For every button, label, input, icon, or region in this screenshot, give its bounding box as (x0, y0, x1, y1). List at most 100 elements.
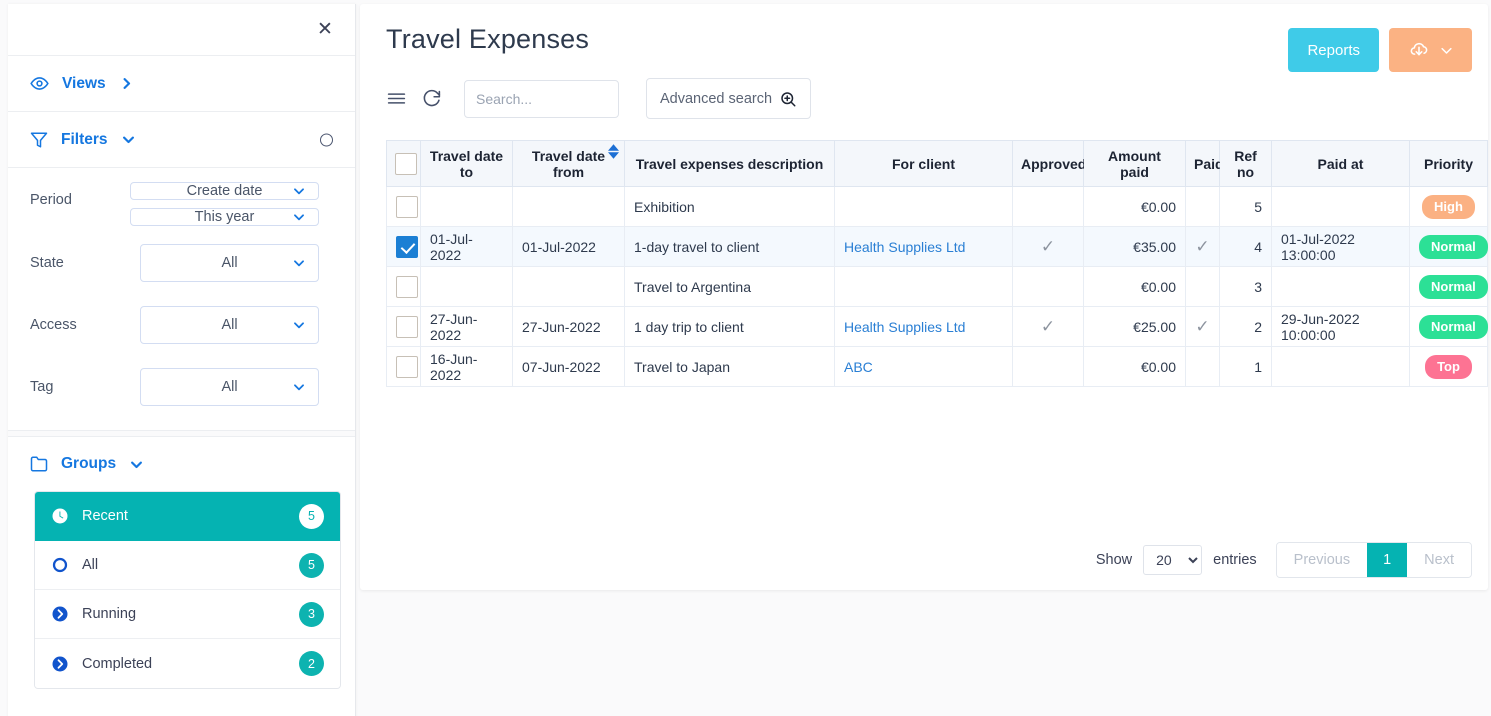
cell-approved (1013, 267, 1084, 307)
approved-check-icon: ✓ (1041, 237, 1055, 256)
column-header-paid[interactable]: Paid (1186, 141, 1220, 187)
chevron-down-icon[interactable] (121, 132, 136, 147)
filter-select-period-range[interactable]: This year (130, 208, 319, 226)
row-select-checkbox[interactable] (396, 356, 418, 378)
table-row[interactable]: 16-Jun-202207-Jun-2022Travel to JapanABC… (387, 347, 1488, 387)
group-item-recent[interactable]: Recent 5 (35, 492, 340, 541)
column-header-paid-at[interactable]: Paid at (1272, 141, 1410, 187)
priority-badge: Top (1425, 355, 1472, 379)
sort-indicator-icon[interactable] (608, 144, 619, 159)
cell-paid-at: 29-Jun-2022 10:00:00 (1272, 307, 1410, 347)
row-select-checkbox[interactable] (396, 276, 418, 298)
table-row[interactable]: Travel to Argentina€0.003Normal (387, 267, 1488, 307)
hamburger-menu-icon[interactable] (386, 88, 407, 109)
chevron-down-icon (292, 256, 306, 270)
client-link[interactable]: Health Supplies Ltd (844, 239, 965, 255)
client-link[interactable]: Health Supplies Ltd (844, 319, 965, 335)
cell-travel-date-from (513, 267, 625, 307)
table-header-row: Travel date to Travel date from Travel e… (387, 141, 1488, 187)
group-item-running-count: 3 (299, 602, 324, 627)
filter-label-access: Access (30, 317, 130, 333)
eye-icon (30, 74, 49, 93)
row-select-checkbox[interactable] (396, 196, 418, 218)
sidebar-topbar: ✕ (8, 4, 355, 56)
expenses-table-wrap: Travel date to Travel date from Travel e… (386, 140, 1474, 387)
table-body: Exhibition€0.005High01-Jul-202201-Jul-20… (387, 187, 1488, 387)
advanced-search-button[interactable]: Advanced search (646, 78, 811, 119)
export-button[interactable] (1389, 28, 1472, 72)
column-header-ref-no[interactable]: Ref no (1220, 141, 1272, 187)
row-select-checkbox[interactable] (396, 316, 418, 338)
pagination-page-1-button[interactable]: 1 (1367, 543, 1407, 577)
sidebar-divider (8, 430, 355, 437)
paid-check-icon: ✓ (1195, 317, 1209, 336)
table-row[interactable]: Exhibition€0.005High (387, 187, 1488, 227)
sidebar-section-groups[interactable]: Groups (8, 437, 355, 491)
filter-select-tag-value: All (221, 379, 237, 395)
column-header-travel-date-to[interactable]: Travel date to (421, 141, 513, 187)
reset-circle-icon[interactable] (320, 133, 333, 146)
main-panel: Travel Expenses Reports (360, 4, 1488, 590)
cell-amount-paid: €25.00 (1084, 307, 1186, 347)
cell-for-client (835, 267, 1013, 307)
search-input[interactable] (476, 91, 657, 107)
cell-travel-date-from: 27-Jun-2022 (513, 307, 625, 347)
cell-paid-at: 01-Jul-2022 13:00:00 (1272, 227, 1410, 267)
cell-travel-date-from: 01-Jul-2022 (513, 227, 625, 267)
cell-priority: Normal (1410, 307, 1488, 347)
table-row[interactable]: 27-Jun-202227-Jun-20221 day trip to clie… (387, 307, 1488, 347)
cell-ref-no: 5 (1220, 187, 1272, 227)
cell-amount-paid: €0.00 (1084, 267, 1186, 307)
chevron-down-icon (292, 184, 306, 198)
chevron-down-icon[interactable] (129, 457, 144, 472)
cell-amount-paid: €0.00 (1084, 347, 1186, 387)
table-row[interactable]: 01-Jul-202201-Jul-20221-day travel to cl… (387, 227, 1488, 267)
column-header-select-all[interactable] (387, 141, 421, 187)
client-link[interactable]: ABC (844, 359, 873, 375)
group-item-all-count: 5 (299, 553, 324, 578)
column-header-amount-paid[interactable]: Amount paid (1084, 141, 1186, 187)
pagination-previous-button[interactable]: Previous (1277, 543, 1367, 577)
filter-select-tag[interactable]: All (140, 368, 319, 406)
group-item-all[interactable]: All 5 (35, 541, 340, 590)
column-header-description[interactable]: Travel expenses description (625, 141, 835, 187)
chevron-right-icon[interactable] (119, 76, 134, 91)
page-size-select[interactable]: 102050100 (1143, 545, 1202, 575)
cell-travel-date-to: 27-Jun-2022 (421, 307, 513, 347)
filter-label-state: State (30, 255, 130, 271)
column-header-travel-date-from[interactable]: Travel date from (513, 141, 625, 187)
sidebar-section-views[interactable]: Views (8, 56, 355, 112)
table-toolbar: Advanced search (386, 78, 811, 119)
cell-ref-no: 4 (1220, 227, 1272, 267)
cell-paid-at (1272, 267, 1410, 307)
cell-priority: Normal (1410, 267, 1488, 307)
cell-for-client (835, 187, 1013, 227)
cell-travel-date-to (421, 267, 513, 307)
cell-description: Travel to Argentina (625, 267, 835, 307)
refresh-icon[interactable] (421, 88, 442, 109)
close-icon[interactable]: ✕ (313, 18, 337, 42)
chevron-down-icon (292, 318, 306, 332)
arrow-circle-icon (51, 605, 69, 623)
column-header-approved[interactable]: Approved (1013, 141, 1084, 187)
arrow-circle-icon (51, 655, 69, 673)
cell-paid-at (1272, 187, 1410, 227)
search-box[interactable] (464, 80, 619, 118)
group-item-recent-label: Recent (82, 508, 286, 524)
chevron-down-icon (1439, 43, 1454, 58)
filter-select-access[interactable]: All (140, 306, 319, 344)
group-item-completed[interactable]: Completed 2 (35, 639, 340, 688)
filter-icon (30, 131, 48, 149)
pagination-next-button[interactable]: Next (1407, 543, 1471, 577)
filter-select-state[interactable]: All (140, 244, 319, 282)
reports-button[interactable]: Reports (1288, 28, 1379, 72)
filter-select-period-field[interactable]: Create date (130, 182, 319, 200)
group-item-running[interactable]: Running 3 (35, 590, 340, 639)
select-all-checkbox[interactable] (395, 153, 417, 175)
row-select-checkbox[interactable] (396, 236, 418, 258)
priority-badge: High (1422, 195, 1475, 219)
column-header-priority[interactable]: Priority (1410, 141, 1488, 187)
row-select-cell (387, 227, 421, 267)
sidebar-section-filters[interactable]: Filters (8, 112, 355, 168)
column-header-for-client[interactable]: For client (835, 141, 1013, 187)
